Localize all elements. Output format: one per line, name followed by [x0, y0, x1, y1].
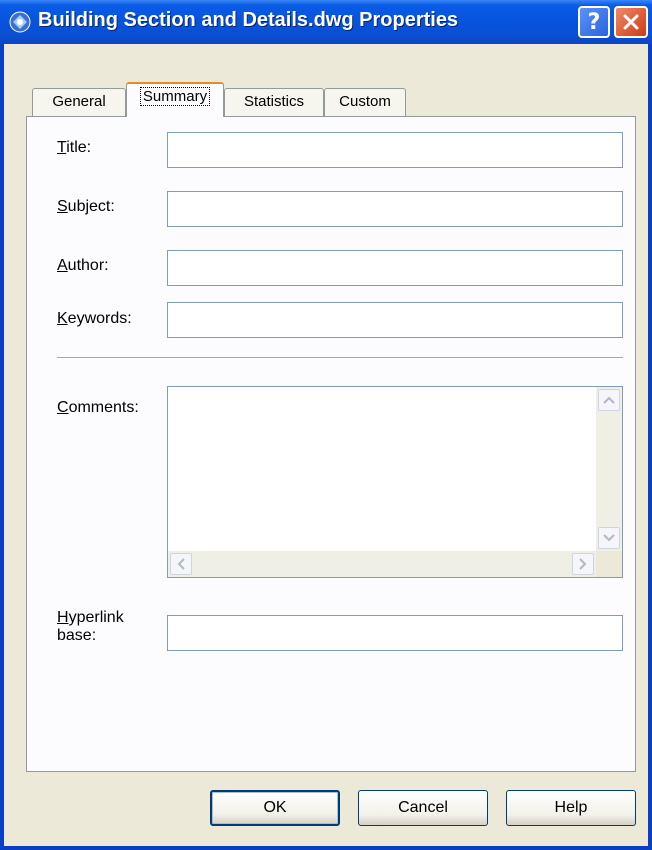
scroll-right-icon — [579, 558, 587, 570]
scrollbar-corner — [596, 551, 622, 577]
tab-label: Custom — [339, 93, 391, 110]
tab-label: Summary — [139, 87, 211, 106]
dialog-client-area: General Summary Statistics Custom Title:… — [4, 44, 648, 846]
scroll-up-button[interactable] — [598, 389, 620, 411]
help-title-button[interactable]: ? — [578, 6, 610, 38]
keywords-label: Keywords: — [57, 310, 132, 327]
subject-field[interactable] — [167, 191, 623, 227]
vertical-scrollbar[interactable] — [596, 387, 622, 551]
author-field[interactable] — [167, 250, 623, 286]
title-bar[interactable]: Building Section and Details.dwg Propert… — [0, 0, 652, 44]
window-title: Building Section and Details.dwg Propert… — [38, 9, 459, 31]
close-title-button[interactable] — [614, 6, 648, 38]
scroll-right-button[interactable] — [572, 553, 594, 575]
tab-general[interactable]: General — [32, 88, 126, 116]
tab-custom[interactable]: Custom — [324, 88, 406, 116]
ok-button[interactable]: OK — [210, 790, 340, 826]
title-label: Title: — [57, 139, 92, 156]
scroll-down-button[interactable] — [598, 527, 620, 549]
help-button[interactable]: Help — [506, 790, 636, 826]
close-icon — [623, 14, 639, 30]
title-field[interactable] — [167, 132, 623, 168]
scroll-down-icon — [603, 534, 615, 542]
keywords-field[interactable] — [167, 302, 623, 338]
summary-panel: Title: Subject: Author: Keywords: Commen… — [26, 116, 636, 772]
author-label: Author: — [57, 257, 109, 274]
help-icon: ? — [587, 9, 601, 35]
tab-statistics[interactable]: Statistics — [224, 88, 324, 116]
scroll-left-button[interactable] — [170, 553, 192, 575]
scroll-left-icon — [177, 558, 185, 570]
hyperlink-base-label: Hyperlink base: — [57, 609, 124, 644]
comments-label: Comments: — [57, 399, 139, 416]
section-divider — [57, 357, 623, 359]
tab-label: General — [52, 93, 106, 110]
comments-textarea[interactable] — [167, 386, 623, 578]
tab-summary[interactable]: Summary — [126, 82, 224, 117]
horizontal-scrollbar[interactable] — [168, 551, 596, 577]
tab-label: Statistics — [243, 93, 304, 110]
cancel-button[interactable]: Cancel — [358, 790, 488, 826]
scroll-up-icon — [603, 396, 615, 404]
hyperlink-base-field[interactable] — [167, 615, 623, 651]
app-icon — [9, 11, 31, 33]
subject-label: Subject: — [57, 198, 115, 215]
properties-dialog: Building Section and Details.dwg Propert… — [0, 0, 652, 850]
